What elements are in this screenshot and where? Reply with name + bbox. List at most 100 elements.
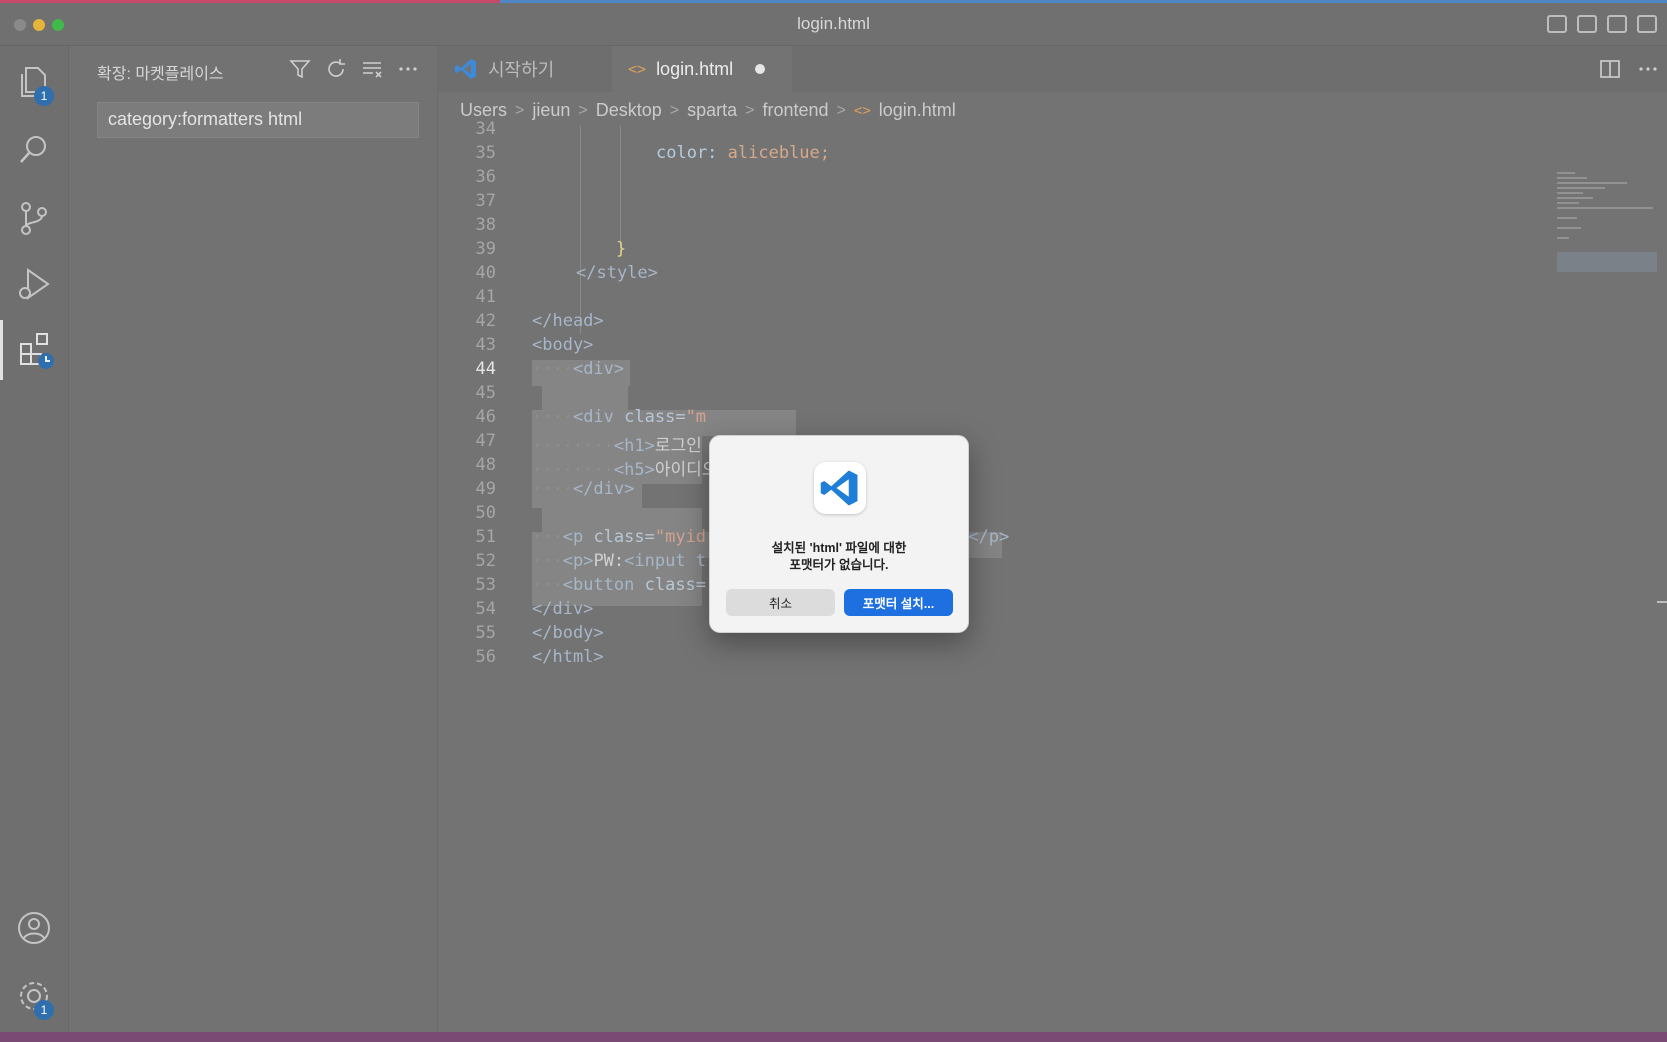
- unsaved-dot-icon[interactable]: [755, 64, 766, 74]
- editor-area: 시작하기 <> login.html Users > jieun > Deskt…: [438, 46, 1667, 1032]
- code-line: 51 ···<p class="myid ></p>: [438, 524, 1548, 550]
- vscode-logo-icon: [455, 59, 476, 79]
- html-attribute: class=: [593, 527, 655, 547]
- html-text: PW:: [593, 551, 625, 571]
- accounts-button[interactable]: [0, 898, 68, 958]
- code-line: 34: [438, 116, 1548, 142]
- minimap[interactable]: [1557, 172, 1657, 282]
- html-tag: <p: [562, 527, 594, 547]
- layout-controls: [1547, 15, 1657, 33]
- code-line: 56 </html>: [438, 644, 1548, 670]
- code-line: 43 <body>: [438, 332, 1548, 358]
- search-button[interactable]: [0, 120, 68, 180]
- line-number: 38: [475, 215, 496, 235]
- explorer-badge: 1: [34, 86, 54, 106]
- toggle-primary-sidebar-icon[interactable]: [1547, 15, 1567, 33]
- line-number: 55: [475, 623, 496, 643]
- window-title: login.html: [797, 14, 870, 33]
- line-number: 47: [475, 431, 496, 451]
- html-string: "m: [685, 407, 707, 427]
- title-bar: login.html: [0, 3, 1667, 46]
- code-line: 44 ····<div>: [438, 356, 1548, 382]
- extensions-search-input[interactable]: category:formatters html: [97, 102, 419, 138]
- html-tag: <button: [562, 575, 645, 595]
- brace-token: }: [616, 239, 627, 259]
- toggle-secondary-sidebar-icon[interactable]: [1607, 15, 1627, 33]
- html-tag: <div: [572, 407, 625, 427]
- line-number: 56: [475, 647, 496, 667]
- code-line: 36: [438, 164, 1548, 190]
- line-number: 52: [475, 551, 496, 571]
- customize-layout-icon[interactable]: [1637, 15, 1657, 33]
- line-number: 48: [475, 455, 496, 475]
- editor-actions: [1599, 58, 1659, 80]
- line-number: 40: [475, 263, 496, 283]
- sidebar-actions: [289, 58, 419, 80]
- code-line: 40 </style>: [438, 260, 1548, 286]
- toggle-panel-icon[interactable]: [1577, 15, 1597, 33]
- split-editor-icon[interactable]: [1599, 58, 1621, 80]
- html-tag: <p>: [562, 551, 594, 571]
- vscode-window: login.html 1 1 확장: 마켓플레이스 category:forma…: [0, 0, 1667, 1042]
- vscode-logo-icon: [820, 470, 858, 506]
- line-number: 49: [475, 479, 496, 499]
- line-number: 39: [475, 239, 496, 259]
- line-number: 53: [475, 575, 496, 595]
- cancel-button[interactable]: 취소: [726, 589, 835, 616]
- dialog-message-line: 설치된 'html' 파일에 대한: [771, 541, 907, 555]
- clear-results-icon[interactable]: [361, 58, 383, 80]
- html-tag: </style>: [576, 263, 658, 283]
- line-number: 34: [475, 119, 496, 139]
- formatter-dialog: 설치된 'html' 파일에 대한 포맷터가 없습니다. 취소 포맷터 설치..…: [709, 435, 969, 633]
- code-line: 50: [438, 500, 1548, 526]
- vscode-app-icon: [814, 462, 866, 514]
- tab-bar: 시작하기 <> login.html: [438, 46, 1667, 92]
- html-tag: <body>: [532, 335, 594, 355]
- code-line: 52 ···<p>PW:<input t: [438, 548, 1548, 574]
- line-number: 41: [475, 287, 496, 307]
- code-line: 53 ···<button class=: [438, 572, 1548, 598]
- explorer-button[interactable]: 1: [0, 52, 68, 112]
- dialog-message-line: 포맷터가 없습니다.: [789, 558, 889, 572]
- html-tag: </div>: [532, 599, 594, 619]
- editor-more-icon[interactable]: [1637, 58, 1659, 80]
- line-number: 35: [475, 143, 496, 163]
- code-line: 38: [438, 212, 1548, 238]
- css-value: aliceblue;: [717, 143, 831, 163]
- extensions-icon: [19, 333, 54, 369]
- code-line: 48 ········<h5>아이디오: [438, 452, 1548, 480]
- html-tag: </html>: [532, 647, 604, 667]
- line-number: 42: [475, 311, 496, 331]
- manage-button[interactable]: 1: [0, 966, 68, 1026]
- tab-login-html[interactable]: <> login.html: [612, 46, 792, 92]
- more-actions-icon[interactable]: [397, 58, 419, 80]
- line-number: 54: [475, 599, 496, 619]
- line-number: 36: [475, 167, 496, 187]
- code-line: 37: [438, 188, 1548, 214]
- refresh-icon[interactable]: [325, 58, 347, 80]
- dialog-message: 설치된 'html' 파일에 대한 포맷터가 없습니다.: [720, 540, 958, 574]
- tab-login-label: login.html: [656, 58, 734, 79]
- extensions-sidebar: 확장: 마켓플레이스 category:formatters html: [69, 46, 438, 1032]
- html-file-icon: <>: [628, 60, 647, 78]
- code-line: 35 color: aliceblue;: [438, 140, 1548, 166]
- tab-welcome-label: 시작하기: [488, 60, 555, 80]
- code-line: 47 ········<h1>로그인: [438, 428, 1548, 456]
- extensions-button[interactable]: [0, 320, 68, 380]
- source-control-button[interactable]: [0, 188, 68, 248]
- account-icon: [18, 912, 50, 944]
- source-control-icon: [21, 202, 47, 235]
- settings-badge: 1: [34, 1000, 54, 1020]
- run-debug-button[interactable]: [0, 254, 68, 314]
- code-line: 39}: [438, 236, 1548, 262]
- filter-icon[interactable]: [289, 58, 311, 80]
- code-editor[interactable]: 34 35 color: aliceblue; 36 37 38 39} 40 </…: [438, 119, 1548, 1026]
- install-formatter-button[interactable]: 포맷터 설치...: [844, 589, 953, 616]
- tab-welcome[interactable]: 시작하기: [438, 46, 612, 92]
- code-line: 46 ····<div class="m: [438, 404, 1548, 430]
- html-attribute: class=: [624, 407, 686, 427]
- scroll-position-marker: [1657, 601, 1667, 603]
- html-tag: <input t: [624, 551, 707, 571]
- run-debug-icon: [19, 268, 50, 300]
- html-tag: </body>: [532, 623, 604, 643]
